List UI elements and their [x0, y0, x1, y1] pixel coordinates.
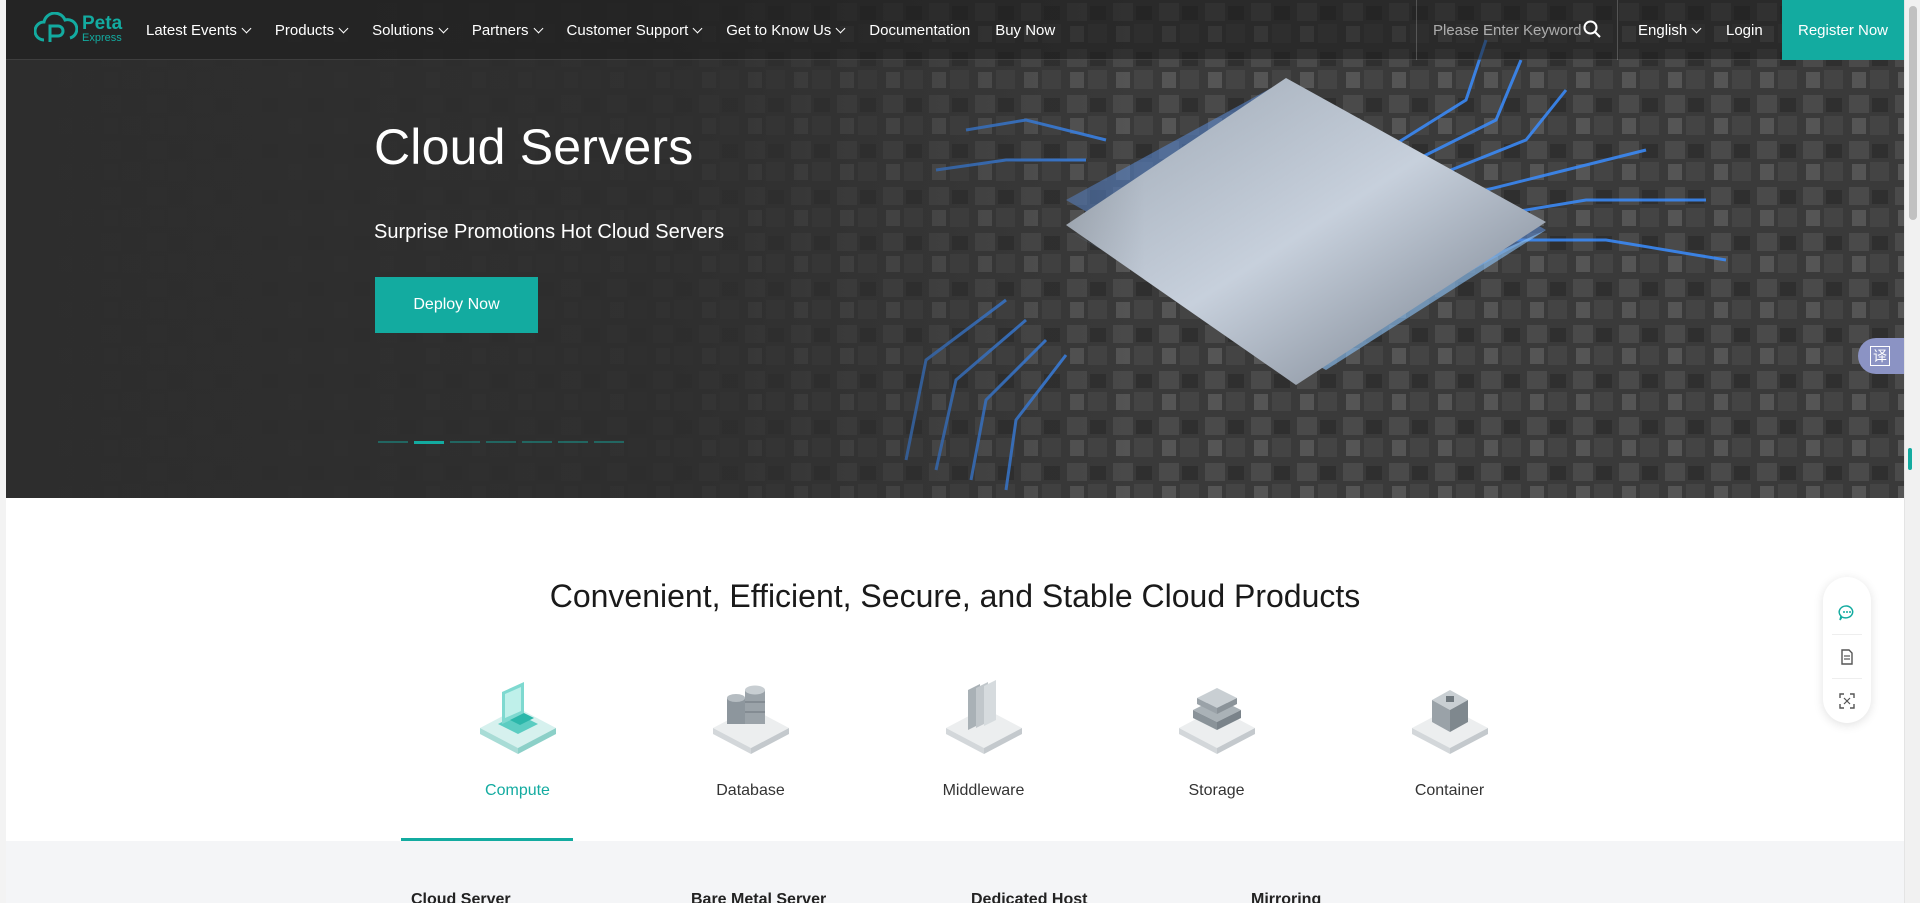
chevron-down-icon	[241, 23, 252, 33]
product-cloud-server[interactable]: Cloud Server	[411, 891, 691, 903]
chevron-down-icon	[338, 23, 349, 33]
hero-title: Cloud Servers	[374, 119, 694, 175]
login-link[interactable]: Login	[1726, 0, 1763, 60]
category-label: Middleware	[942, 782, 1025, 799]
scrollbar-thumb[interactable]	[1909, 6, 1917, 220]
search-icon[interactable]	[1583, 20, 1601, 38]
search-box	[1416, 0, 1618, 60]
chevron-down-icon	[533, 23, 543, 33]
main-nav: Latest Events Products Solutions Partner…	[146, 0, 1080, 60]
carousel-indicators	[378, 441, 624, 444]
nav-label: Buy Now	[995, 21, 1056, 39]
tab-database[interactable]: Database	[634, 660, 867, 841]
nav-customer-support[interactable]: Customer Support	[566, 21, 703, 39]
hero-content: Cloud Servers Surprise Promotions Hot Cl…	[374, 118, 724, 333]
compute-icon	[479, 682, 556, 754]
document-button[interactable]	[1832, 635, 1862, 680]
nav-get-to-know-us[interactable]: Get to Know Us	[726, 21, 846, 39]
middleware-icon	[945, 680, 1022, 754]
logo-subname: Express	[82, 32, 122, 44]
carousel-dot[interactable]	[558, 441, 588, 443]
carousel-dot[interactable]	[486, 441, 516, 443]
translate-button[interactable]: 译	[1858, 338, 1904, 374]
nav-products[interactable]: Products	[274, 21, 349, 39]
language-selector[interactable]: English	[1638, 0, 1702, 60]
category-label: Storage	[1188, 782, 1245, 799]
scan-icon	[1839, 693, 1855, 709]
deploy-now-button[interactable]: Deploy Now	[375, 277, 538, 333]
scan-button[interactable]	[1832, 679, 1862, 723]
carousel-dot-active[interactable]	[414, 441, 444, 444]
nav-documentation[interactable]: Documentation	[869, 22, 970, 39]
nav-solutions[interactable]: Solutions	[372, 21, 449, 39]
peta-cloud-logo-icon	[34, 12, 78, 42]
nav-label: Partners	[471, 21, 529, 39]
hero-background-image	[6, 0, 1904, 498]
carousel-dot[interactable]	[378, 441, 408, 443]
product-mirroring[interactable]: Mirroring	[1251, 891, 1531, 903]
container-icon	[1411, 690, 1488, 754]
products-section-title: Convenient, Efficient, Secure, and Stabl…	[549, 578, 1361, 614]
chat-icon	[1838, 604, 1854, 620]
tab-middleware[interactable]: Middleware	[867, 660, 1100, 841]
nav-partners[interactable]: Partners	[471, 21, 543, 39]
logo[interactable]: Peta Express	[34, 12, 122, 46]
nav-label: Get to Know Us	[726, 21, 832, 39]
chevron-down-icon	[835, 23, 846, 33]
category-label: Database	[716, 782, 785, 799]
register-now-button[interactable]: Register Now	[1782, 0, 1904, 60]
nav-label: Solutions	[372, 21, 434, 39]
nav-label: Latest Events	[146, 21, 237, 39]
tab-compute[interactable]: Compute	[401, 660, 634, 841]
hero-banner: Cloud Servers Surprise Promotions Hot Cl…	[6, 0, 1904, 498]
scroll-position-marker	[1908, 448, 1912, 470]
nav-label: Products	[274, 21, 335, 39]
nav-latest-events[interactable]: Latest Events	[146, 21, 252, 39]
page-scrollbar[interactable]	[1904, 0, 1920, 903]
category-label: Container	[1414, 782, 1485, 799]
carousel-dot[interactable]	[594, 441, 624, 443]
chat-button[interactable]	[1832, 591, 1862, 636]
database-icon	[712, 685, 789, 754]
translate-icon: 译	[1870, 346, 1890, 366]
nav-buy-now[interactable]: Buy Now	[995, 22, 1055, 39]
document-icon	[1841, 648, 1853, 665]
top-nav-bar: Peta Express Latest Events Products Solu…	[6, 0, 1904, 60]
floating-support-panel	[1823, 577, 1871, 723]
product-dedicated-host[interactable]: Dedicated Host	[971, 891, 1251, 903]
page: Cloud Servers Surprise Promotions Hot Cl…	[6, 0, 1904, 903]
category-label: Compute	[485, 782, 550, 799]
carousel-dot[interactable]	[522, 441, 552, 443]
hero-subtitle: Surprise Promotions Hot Cloud Servers	[374, 221, 725, 243]
logo-name: Peta	[82, 13, 123, 34]
nav-label: Customer Support	[566, 21, 689, 39]
product-bare-metal-server[interactable]: Bare Metal Server	[691, 891, 971, 903]
search-input[interactable]	[1433, 21, 1583, 39]
nav-label: Documentation	[869, 21, 971, 39]
product-category-tabs: Compute Database Middleware Storage Cont…	[401, 660, 1566, 841]
chevron-down-icon	[1691, 23, 1702, 33]
tab-storage[interactable]: Storage	[1100, 660, 1333, 841]
carousel-dot[interactable]	[450, 441, 480, 443]
chevron-down-icon	[438, 23, 449, 33]
chevron-down-icon	[692, 23, 703, 33]
language-label: English	[1638, 21, 1688, 39]
tab-container[interactable]: Container	[1333, 660, 1566, 841]
compute-product-list: Cloud Server Bare Metal Server Dedicated…	[411, 891, 1531, 903]
storage-icon	[1178, 688, 1255, 754]
